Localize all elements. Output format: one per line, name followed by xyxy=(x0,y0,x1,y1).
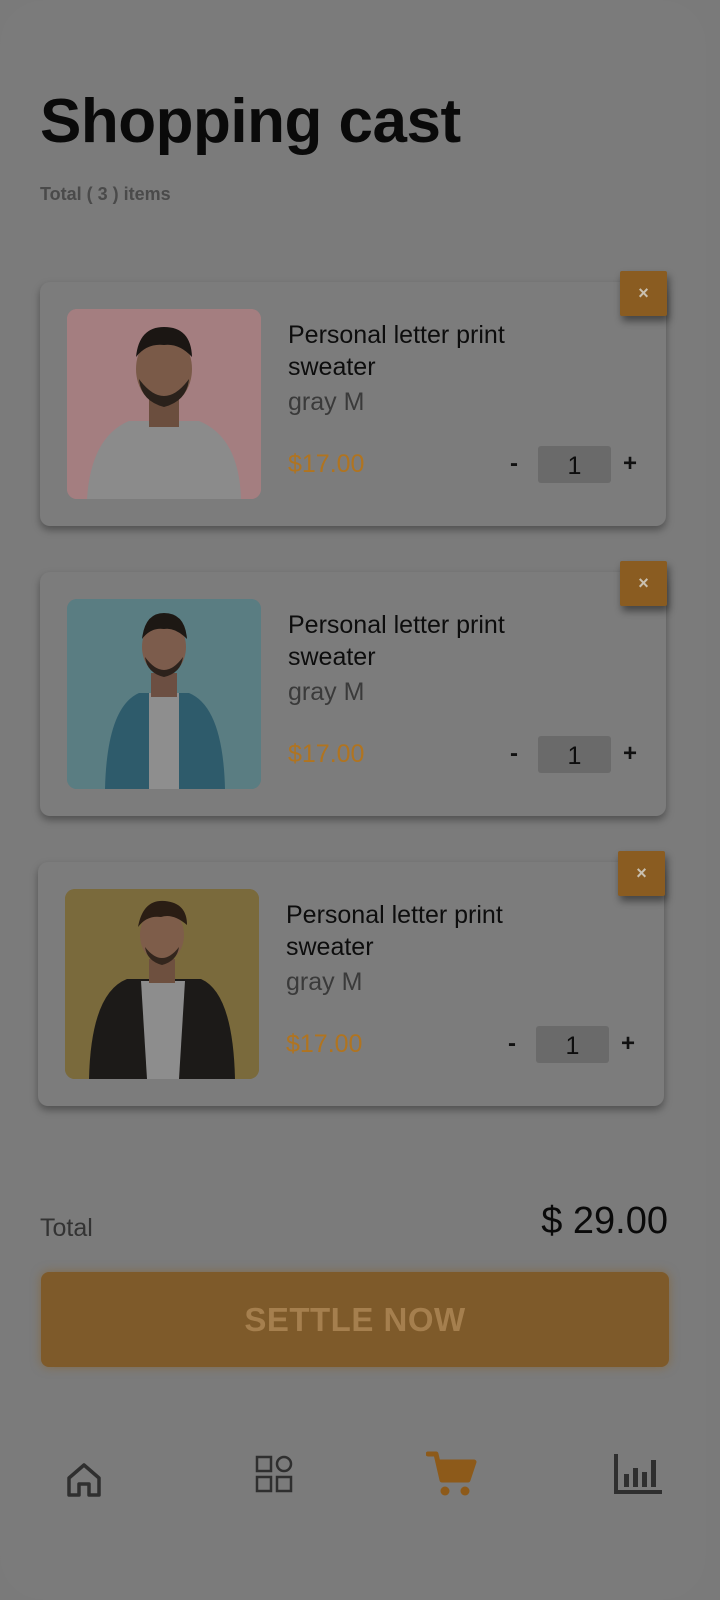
tab-categories[interactable] xyxy=(244,1444,304,1504)
product-name: Personal letter print sweater xyxy=(286,901,503,961)
remove-item-button[interactable]: × xyxy=(620,561,667,606)
product-variant: gray M xyxy=(286,968,363,996)
product-variant: gray M xyxy=(288,388,365,416)
page-title: Shopping cast xyxy=(40,87,461,156)
product-image[interactable] xyxy=(65,889,259,1079)
quantity-value[interactable]: 1 xyxy=(538,736,611,773)
product-price: $17.00 xyxy=(288,450,365,478)
product-name: Personal letter print sweater xyxy=(288,611,505,671)
cart-item: Personal letter print sweater gray M $17… xyxy=(40,572,666,816)
product-price: $17.00 xyxy=(288,740,365,768)
product-price: $17.00 xyxy=(286,1030,363,1058)
home-icon xyxy=(67,1463,101,1497)
tab-home[interactable] xyxy=(54,1450,114,1510)
total-value: $ 29.00 xyxy=(541,1200,668,1242)
cart-item: Personal letter print sweater gray M $17… xyxy=(38,862,664,1106)
tab-stats[interactable] xyxy=(608,1444,668,1504)
increase-quantity-button[interactable]: + xyxy=(615,1028,641,1060)
remove-item-button[interactable]: × xyxy=(620,271,667,316)
settle-now-button[interactable]: SETTLE NOW xyxy=(41,1272,669,1367)
decrease-quantity-button[interactable]: - xyxy=(499,1028,525,1060)
cart-item: Personal letter print sweater gray M $17… xyxy=(40,282,666,526)
quantity-value[interactable]: 1 xyxy=(536,1026,609,1063)
quantity-value[interactable]: 1 xyxy=(538,446,611,483)
increase-quantity-button[interactable]: + xyxy=(617,738,643,770)
decrease-quantity-button[interactable]: - xyxy=(501,738,527,770)
cart-icon xyxy=(426,1451,477,1496)
product-image[interactable] xyxy=(67,309,261,499)
product-image[interactable] xyxy=(67,599,261,789)
product-variant: gray M xyxy=(288,678,365,706)
chart-icon xyxy=(614,1454,662,1494)
increase-quantity-button[interactable]: + xyxy=(617,448,643,480)
total-label: Total xyxy=(40,1214,93,1242)
decrease-quantity-button[interactable]: - xyxy=(501,448,527,480)
cart-screen: Shopping cast Total ( 3 ) items Personal… xyxy=(0,0,706,1600)
grid-icon xyxy=(255,1455,293,1493)
tab-cart[interactable] xyxy=(422,1444,482,1504)
product-name: Personal letter print sweater xyxy=(288,321,505,381)
remove-item-button[interactable]: × xyxy=(618,851,665,896)
item-count: Total ( 3 ) items xyxy=(40,184,171,204)
